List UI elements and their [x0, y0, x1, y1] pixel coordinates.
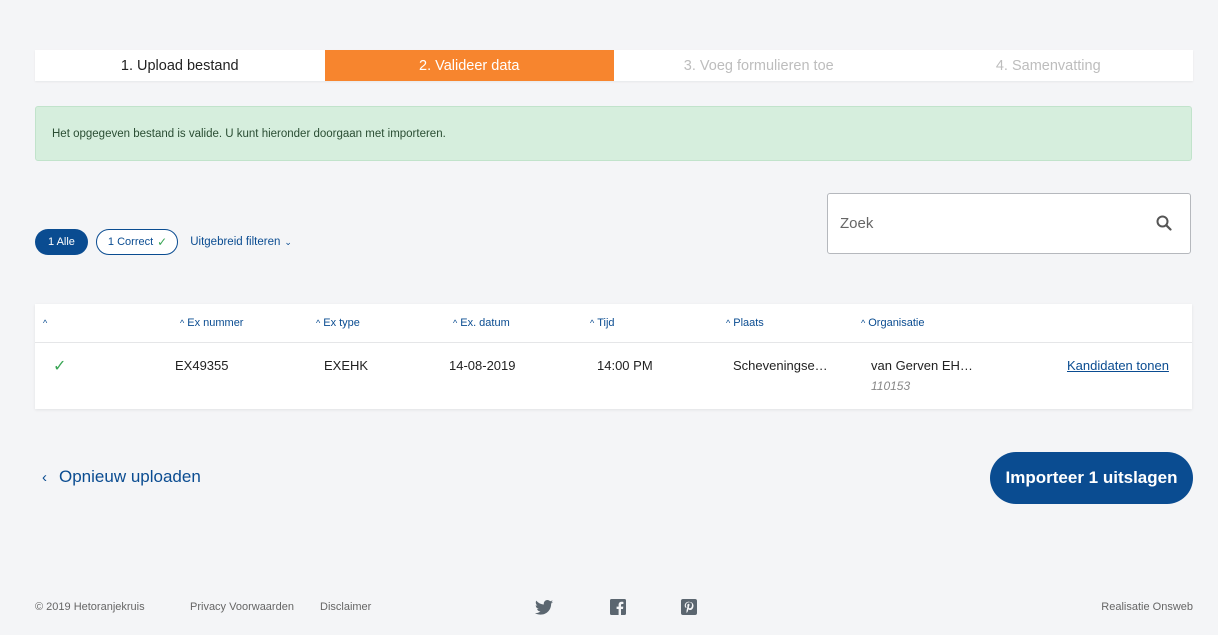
show-candidates-link[interactable]: Kandidaten tonen	[1067, 358, 1169, 373]
advanced-filter-toggle[interactable]: Uitgebreid filteren ⌄	[190, 236, 292, 248]
copyright-text: © 2019 Hetoranjekruis	[35, 601, 145, 613]
sort-caret-icon: ^	[453, 318, 458, 328]
cell-ex-datum: 14-08-2019	[449, 358, 516, 373]
sort-caret-icon: ^	[316, 318, 321, 328]
search-input[interactable]	[840, 194, 1140, 253]
alert-text: Het opgegeven bestand is valide. U kunt …	[52, 127, 446, 140]
advanced-filter-label: Uitgebreid filteren	[190, 236, 281, 248]
filter-correct-pill[interactable]: 1 Correct ✓	[95, 229, 179, 255]
import-button[interactable]: Importeer 1 uitslagen	[990, 452, 1193, 504]
column-header-organisatie[interactable]: ^ Organisatie	[861, 317, 925, 329]
column-header-tijd[interactable]: ^ Tijd	[590, 317, 615, 329]
sort-caret-icon: ^	[861, 318, 866, 328]
filter-bar: 1 Alle 1 Correct ✓ Uitgebreid filteren ⌄	[35, 229, 292, 255]
step-summary: 4. Samenvatting	[904, 50, 1194, 81]
check-icon: ✓	[53, 358, 67, 375]
column-header-ex-nummer[interactable]: ^ Ex nummer	[180, 317, 243, 329]
step-label: 1. Upload bestand	[120, 57, 239, 74]
filter-all-label: 1 Alle	[48, 236, 75, 248]
twitter-icon[interactable]	[535, 598, 553, 616]
search-icon[interactable]	[1156, 215, 1172, 231]
organisatie-name: van Gerven EH…	[871, 358, 973, 373]
step-label: 2. Valideer data	[419, 57, 520, 74]
step-label: 4. Samenvatting	[995, 57, 1101, 74]
search-box	[827, 193, 1191, 254]
cell-plaats: Scheveningse…	[733, 358, 828, 373]
sort-caret-icon: ^	[726, 318, 731, 328]
step-label: 3. Voeg formulieren toe	[683, 57, 834, 74]
step-upload[interactable]: 1. Upload bestand	[35, 50, 325, 81]
filter-all-pill[interactable]: 1 Alle	[35, 229, 88, 255]
reupload-label: Opnieuw uploaden	[59, 467, 201, 486]
column-header-ex-type[interactable]: ^ Ex type	[316, 317, 360, 329]
column-header-ex-datum[interactable]: ^ Ex. datum	[453, 317, 510, 329]
table-row: ✓ EX49355 EXEHK 14-08-2019 14:00 PM Sche…	[35, 343, 1192, 409]
sort-caret-icon: ^	[180, 318, 185, 328]
column-header-plaats[interactable]: ^ Plaats	[726, 317, 764, 329]
cell-ex-type: EXEHK	[324, 358, 369, 373]
step-validate[interactable]: 2. Valideer data	[324, 50, 614, 81]
filter-correct-label: 1 Correct	[107, 236, 154, 248]
facebook-icon[interactable]	[609, 598, 627, 616]
table-header: ^ ^ Ex nummer ^ Ex type ^ Ex. datum ^ Tijd ^…	[35, 304, 1192, 343]
credit-text: Realisatie Onsweb	[1101, 601, 1193, 613]
pinterest-icon[interactable]	[680, 598, 698, 616]
progress-stepper: 1. Upload bestand 2. Valideer data 3. Vo…	[35, 50, 1193, 81]
chevron-left-icon: ‹	[42, 468, 47, 486]
column-header-status[interactable]: ^	[43, 317, 50, 329]
results-table: ^ ^ Ex nummer ^ Ex type ^ Ex. datum ^ Tijd ^…	[35, 304, 1192, 409]
cell-ex-nummer: EX49355	[175, 358, 229, 373]
footer: © 2019 Hetoranjekruis Privacy Voorwaarde…	[35, 598, 1193, 618]
reupload-link[interactable]: ‹ Opnieuw uploaden	[42, 467, 201, 487]
privacy-link[interactable]: Privacy Voorwaarden	[190, 601, 294, 613]
sort-caret-icon: ^	[43, 318, 48, 328]
check-icon: ✓	[157, 235, 168, 249]
cell-organisatie: van Gerven EH… 110153	[871, 358, 973, 393]
organisatie-id: 110153	[871, 379, 911, 393]
step-add-forms: 3. Voeg formulieren toe	[614, 50, 904, 81]
chevron-down-icon: ⌄	[284, 237, 292, 247]
disclaimer-link[interactable]: Disclaimer	[320, 601, 371, 613]
success-alert: Het opgegeven bestand is valide. U kunt …	[35, 106, 1192, 161]
cell-tijd: 14:00 PM	[597, 358, 653, 373]
sort-caret-icon: ^	[590, 318, 595, 328]
